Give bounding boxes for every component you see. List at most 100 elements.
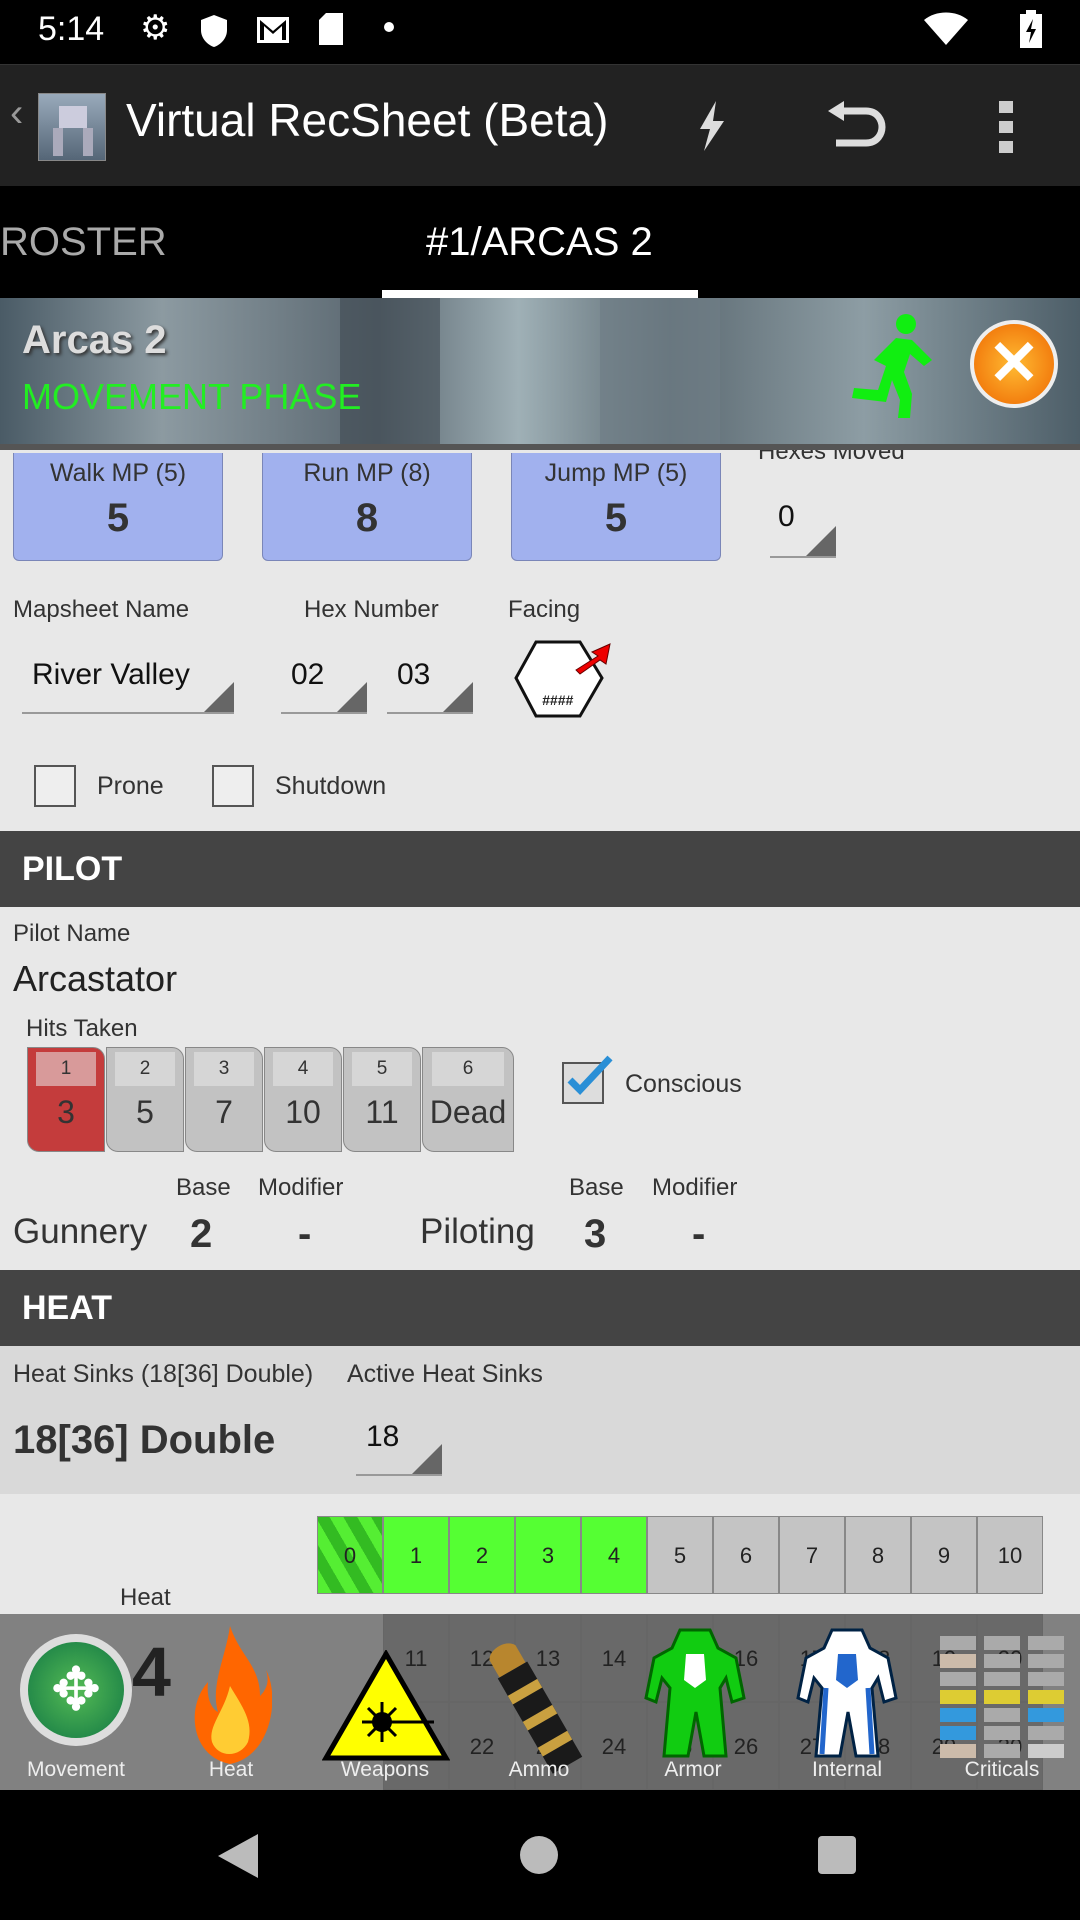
heat-sinks-value: 18[36] Double xyxy=(13,1418,276,1462)
tab-roster[interactable]: ROSTER xyxy=(0,186,167,298)
piloting-label: Piloting xyxy=(420,1212,535,1251)
back-chevron-icon[interactable]: ‹ xyxy=(10,91,23,136)
heat-cell-3[interactable]: 3 xyxy=(515,1516,581,1594)
gunnery-base-label: Base xyxy=(176,1174,231,1201)
conscious-label: Conscious xyxy=(625,1070,742,1098)
armor-tab-label[interactable]: Armor xyxy=(623,1758,763,1782)
sd-card-icon xyxy=(319,13,343,45)
facing-label: Facing xyxy=(508,596,581,623)
weapons-tab-label[interactable]: Weapons xyxy=(315,1758,455,1782)
battery-charging-icon xyxy=(1020,10,1042,48)
heat-cell-1[interactable]: 1 xyxy=(383,1516,449,1594)
navigation-bar xyxy=(0,1790,1080,1920)
lightning-icon[interactable] xyxy=(696,101,726,151)
piloting-modifier-label: Modifier xyxy=(652,1174,738,1201)
walk-mp-button[interactable]: Walk MP (5) 5 xyxy=(13,453,223,561)
hexes-moved-label: Hexes Moved xyxy=(758,450,905,465)
tab-unit[interactable]: #1/ARCAS 2 xyxy=(426,186,653,298)
wifi-icon xyxy=(924,12,968,45)
heat-tab-label[interactable]: Heat xyxy=(161,1758,301,1782)
running-man-icon[interactable] xyxy=(834,310,934,420)
heat-cell-6[interactable]: 6 xyxy=(713,1516,779,1594)
mech-armor-icon[interactable] xyxy=(640,1628,750,1758)
mapsheet-dropdown[interactable]: River Valley xyxy=(22,654,234,714)
criticals-icon[interactable] xyxy=(938,1634,1068,1764)
prone-checkbox[interactable] xyxy=(34,765,76,807)
hit-box-1[interactable]: 13 xyxy=(27,1047,105,1152)
close-unit-button[interactable]: ✕ xyxy=(970,320,1058,408)
flame-icon[interactable] xyxy=(190,1626,272,1766)
hit-box-2[interactable]: 25 xyxy=(106,1047,184,1152)
hit-box-6[interactable]: 6 Dead xyxy=(422,1047,514,1152)
bottom-toolbar-items: ✥ 4 Movement Heat Weapons Ammo Armor Int… xyxy=(0,1614,1080,1790)
facing-hex-text: #### xyxy=(542,692,574,708)
app-title: Virtual RecSheet (Beta) xyxy=(126,94,609,146)
app-bar: ‹ Virtual RecSheet (Beta) xyxy=(0,64,1080,186)
heat-cell-8[interactable]: 8 xyxy=(845,1516,911,1594)
criticals-tab-label[interactable]: Criticals xyxy=(932,1758,1072,1782)
ammo-tab-label[interactable]: Ammo xyxy=(469,1758,609,1782)
run-mp-button[interactable]: Run MP (8) 8 xyxy=(262,453,472,561)
gunnery-label: Gunnery xyxy=(13,1212,148,1251)
prone-label: Prone xyxy=(97,772,164,800)
shutdown-label: Shutdown xyxy=(275,772,387,800)
active-heat-sinks-label: Active Heat Sinks xyxy=(347,1360,543,1388)
hit-box-5[interactable]: 5 11 xyxy=(343,1047,421,1152)
gunnery-modifier[interactable]: - xyxy=(298,1212,311,1257)
hexes-moved-label-wrap: Hexes Moved xyxy=(758,450,905,472)
unit-banner: Arcas 2 MOVEMENT PHASE ✕ xyxy=(0,298,1080,450)
piloting-base[interactable]: 3 xyxy=(584,1212,606,1257)
shield-icon xyxy=(201,15,227,47)
active-heat-sinks-dropdown[interactable]: 18 xyxy=(356,1414,442,1476)
dot-icon xyxy=(384,22,394,32)
pilot-name[interactable]: Arcastator xyxy=(13,958,177,1000)
tab-indicator xyxy=(382,290,698,298)
heat-cell-4[interactable]: 4 xyxy=(581,1516,647,1594)
heat-cell-5[interactable]: 5 xyxy=(647,1516,713,1594)
shutdown-checkbox[interactable] xyxy=(212,765,254,807)
checkmark-icon xyxy=(567,1055,613,1096)
more-vert-icon[interactable] xyxy=(996,99,1016,155)
heat-cell-10[interactable]: 10 xyxy=(977,1516,1043,1594)
heat-cell-0[interactable]: 0 xyxy=(317,1516,383,1594)
heat-sinks-label: Heat Sinks (18[36] Double) xyxy=(13,1360,314,1388)
mech-internal-icon[interactable] xyxy=(792,1628,902,1758)
hit-box-3[interactable]: 37 xyxy=(185,1047,263,1152)
facing-control[interactable]: #### xyxy=(514,640,614,720)
back-icon[interactable] xyxy=(218,1834,258,1878)
movement-icon[interactable]: ✥ xyxy=(20,1634,132,1746)
internal-tab-label[interactable]: Internal xyxy=(777,1758,917,1782)
phase-label: MOVEMENT PHASE xyxy=(22,376,362,417)
heat-label: Heat xyxy=(120,1584,171,1611)
gunnery-base[interactable]: 2 xyxy=(190,1212,212,1257)
gunnery-modifier-label: Modifier xyxy=(258,1174,344,1201)
status-time: 5:14 xyxy=(38,10,105,48)
tab-bar: ROSTER #1/ARCAS 2 xyxy=(0,186,1080,298)
jump-mp-button[interactable]: Jump MP (5) 5 xyxy=(511,453,721,561)
unit-name: Arcas 2 xyxy=(22,318,167,362)
hexes-moved-dropdown[interactable]: 0 xyxy=(770,496,836,558)
home-icon[interactable] xyxy=(520,1836,558,1874)
laser-warning-icon[interactable] xyxy=(322,1650,450,1762)
app-logo[interactable] xyxy=(38,93,106,161)
gmail-icon xyxy=(257,17,289,43)
hit-box-4[interactable]: 4 10 xyxy=(264,1047,342,1152)
pilot-header: PILOT xyxy=(0,831,1080,907)
gear-icon: ⚙ xyxy=(140,9,171,47)
piloting-base-label: Base xyxy=(569,1174,624,1201)
heat-cell-2[interactable]: 2 xyxy=(449,1516,515,1594)
movement-tab-label[interactable]: Movement xyxy=(6,1758,146,1782)
hits-taken-label: Hits Taken xyxy=(26,1015,138,1042)
undo-icon[interactable] xyxy=(826,101,886,151)
hex-number-label: Hex Number xyxy=(304,596,439,623)
hex-col-dropdown[interactable]: 02 xyxy=(281,654,367,714)
conscious-checkbox[interactable] xyxy=(562,1055,613,1104)
pilot-name-label: Pilot Name xyxy=(13,920,131,947)
hex-row-dropdown[interactable]: 03 xyxy=(387,654,473,714)
recents-icon[interactable] xyxy=(818,1836,856,1874)
piloting-modifier[interactable]: - xyxy=(692,1212,705,1257)
heat-cell-9[interactable]: 9 xyxy=(911,1516,977,1594)
status-bar: 5:14 ⚙ xyxy=(0,0,1080,64)
heat-cell-7[interactable]: 7 xyxy=(779,1516,845,1594)
facing-hex-icon xyxy=(514,640,611,718)
